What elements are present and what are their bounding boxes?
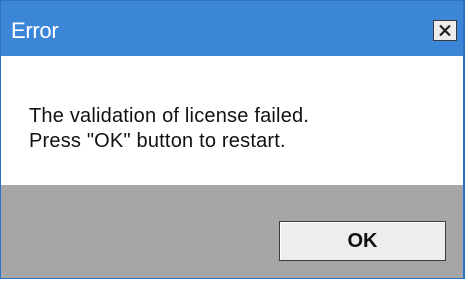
error-message: The validation of license failed. Press …	[29, 104, 309, 154]
error-message-line-2: Press "OK" button to restart.	[29, 130, 286, 152]
error-dialog-window: Error The validation of license failed. …	[0, 0, 465, 279]
error-message-line-1: The validation of license failed.	[29, 105, 310, 127]
title-bar[interactable]: Error	[1, 1, 463, 56]
window-title: Error	[11, 18, 59, 43]
close-button[interactable]	[433, 20, 457, 41]
ok-button[interactable]: OK	[279, 221, 446, 261]
close-icon	[439, 24, 451, 37]
dialog-body: The validation of license failed. Press …	[1, 56, 463, 185]
dialog-footer: OK	[1, 185, 463, 278]
